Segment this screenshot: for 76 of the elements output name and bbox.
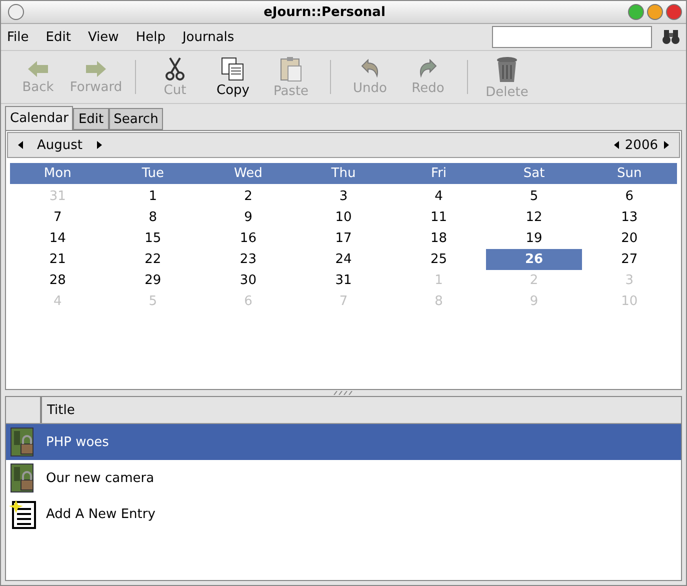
entry-title: Add A New Entry <box>46 506 156 522</box>
locked-book-icon <box>10 427 36 457</box>
calendar-day[interactable]: 6 <box>582 186 677 207</box>
calendar-day[interactable]: 16 <box>200 228 296 249</box>
calendar-day[interactable]: 20 <box>582 228 677 249</box>
menu-item[interactable]: Journals <box>182 30 234 44</box>
scissors-icon <box>165 56 185 80</box>
window-menu-icon[interactable] <box>8 4 24 20</box>
calendar-day[interactable]: 26 <box>486 249 582 270</box>
redo-icon <box>418 58 438 78</box>
calendar-day[interactable]: 13 <box>582 207 677 228</box>
calendar-day[interactable]: 12 <box>486 207 582 228</box>
weekday-label: Thu <box>330 166 357 181</box>
undo-icon <box>360 58 380 78</box>
menu-item[interactable]: Edit <box>46 30 71 44</box>
calendar-day[interactable]: 9 <box>200 207 296 228</box>
calendar-day[interactable]: 14 <box>10 228 106 249</box>
toolbar-button[interactable]: Copy <box>204 54 262 100</box>
month-label: August <box>37 138 82 152</box>
minimize-button[interactable] <box>647 4 663 20</box>
window-title: eJourn::Personal <box>262 4 386 20</box>
calendar-day[interactable]: 15 <box>105 228 201 249</box>
calendar-day[interactable]: 18 <box>391 228 486 249</box>
calendar-day[interactable]: 3 <box>296 186 392 207</box>
calendar-day[interactable]: 24 <box>296 249 392 270</box>
calendar-day[interactable]: 2 <box>200 186 296 207</box>
calendar-day[interactable]: 22 <box>105 249 201 270</box>
caret-left-icon <box>18 141 23 149</box>
tab[interactable]: Search <box>108 108 164 130</box>
weekday-label: Fri <box>430 166 448 181</box>
calendar-day[interactable]: 8 <box>105 207 201 228</box>
weekday-label: Mon <box>42 166 72 181</box>
caret-left-icon <box>614 141 619 149</box>
calendar-day[interactable]: 27 <box>582 249 677 270</box>
arrow-left-icon <box>28 60 48 78</box>
calendar-day[interactable]: 19 <box>486 228 582 249</box>
menu-item[interactable]: Help <box>136 30 166 44</box>
calendar-day[interactable]: 4 <box>391 186 486 207</box>
calendar-day[interactable]: 25 <box>391 249 486 270</box>
tab[interactable]: Calendar <box>5 106 74 130</box>
copy-icon <box>221 56 245 80</box>
locked-book-icon <box>10 463 36 493</box>
search-field[interactable] <box>492 26 652 48</box>
tab[interactable]: Edit <box>73 108 109 130</box>
trash-can-icon <box>495 54 519 82</box>
new-note-icon <box>9 499 37 529</box>
entry-row[interactable]: PHP woes <box>6 424 681 460</box>
calendar-day[interactable]: 7 <box>10 207 106 228</box>
close-button[interactable] <box>666 4 682 20</box>
year-label: 2006 <box>624 138 658 152</box>
entry-title: Our new camera <box>46 470 154 486</box>
entry-title: PHP woes <box>46 434 109 450</box>
calendar-day[interactable]: 5 <box>486 186 582 207</box>
calendar-day[interactable]: 21 <box>10 249 106 270</box>
weekday-label: Sun <box>616 166 643 181</box>
weekday-label: Tue <box>140 166 166 181</box>
calendar-day[interactable]: 1 <box>105 186 201 207</box>
arrow-right-icon <box>86 60 106 78</box>
weekday-label: Sat <box>522 166 546 181</box>
calendar-day[interactable]: 11 <box>391 207 486 228</box>
calendar-day[interactable]: 30 <box>200 270 296 291</box>
binoculars-icon[interactable] <box>662 29 680 45</box>
calendar-day[interactable]: 10 <box>296 207 392 228</box>
calendar-day[interactable]: 23 <box>200 249 296 270</box>
caret-right-icon <box>664 141 669 149</box>
caret-right-icon <box>96 141 102 149</box>
clipboard-icon <box>279 56 303 82</box>
maximize-button[interactable] <box>628 4 644 20</box>
calendar-day[interactable]: 29 <box>105 270 201 291</box>
calendar-day[interactable]: 28 <box>10 270 106 291</box>
menu-item[interactable]: File <box>7 30 29 44</box>
weekday-label: Wed <box>233 166 264 181</box>
calendar-day[interactable]: 17 <box>296 228 392 249</box>
menu-item[interactable]: View <box>88 30 119 44</box>
calendar-day[interactable]: 31 <box>296 270 392 291</box>
splitter-handle-icon[interactable] <box>332 391 356 395</box>
